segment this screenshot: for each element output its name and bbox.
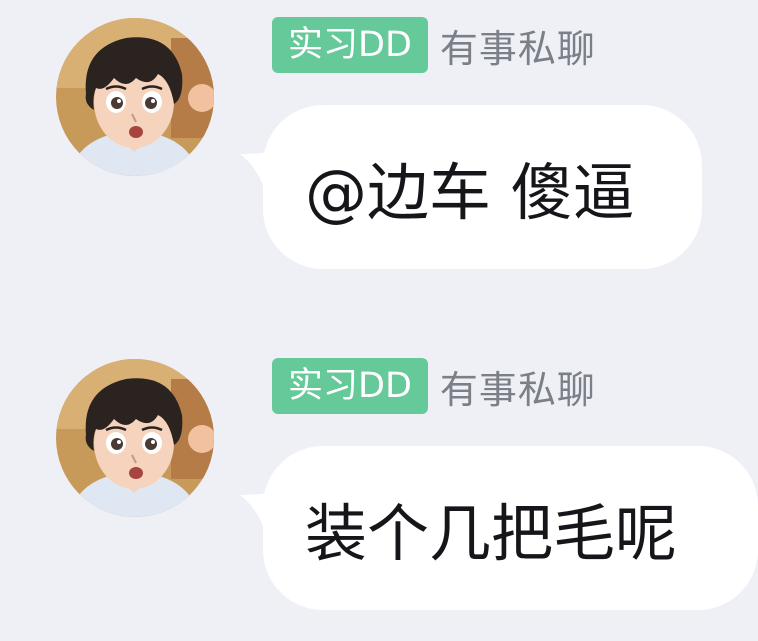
anime-boy-avatar-icon [56,359,214,517]
chat-message: 实习DD 有事私聊 @边车 傻逼 [0,0,758,300]
message-bubble[interactable]: @边车 傻逼 [263,105,702,269]
anime-boy-avatar-icon [56,18,214,176]
sender-name[interactable]: 有事私聊 [440,359,596,414]
member-badge: 实习DD [272,358,428,414]
member-badge: 实习DD [272,17,428,73]
message-bubble[interactable]: 装个几把毛呢 [263,446,758,610]
message-meta: 实习DD 有事私聊 [272,17,596,73]
chat-message: 实习DD 有事私聊 装个几把毛呢 [0,341,758,641]
sender-name[interactable]: 有事私聊 [440,18,596,73]
avatar[interactable] [56,359,214,517]
avatar[interactable] [56,18,214,176]
message-text: @边车 傻逼 [305,156,635,229]
message-text: 装个几把毛呢 [305,497,678,570]
message-meta: 实习DD 有事私聊 [272,358,596,414]
chat-message-list: 实习DD 有事私聊 @边车 傻逼 实习DD 有事私聊 装个几把毛呢 [0,0,758,621]
